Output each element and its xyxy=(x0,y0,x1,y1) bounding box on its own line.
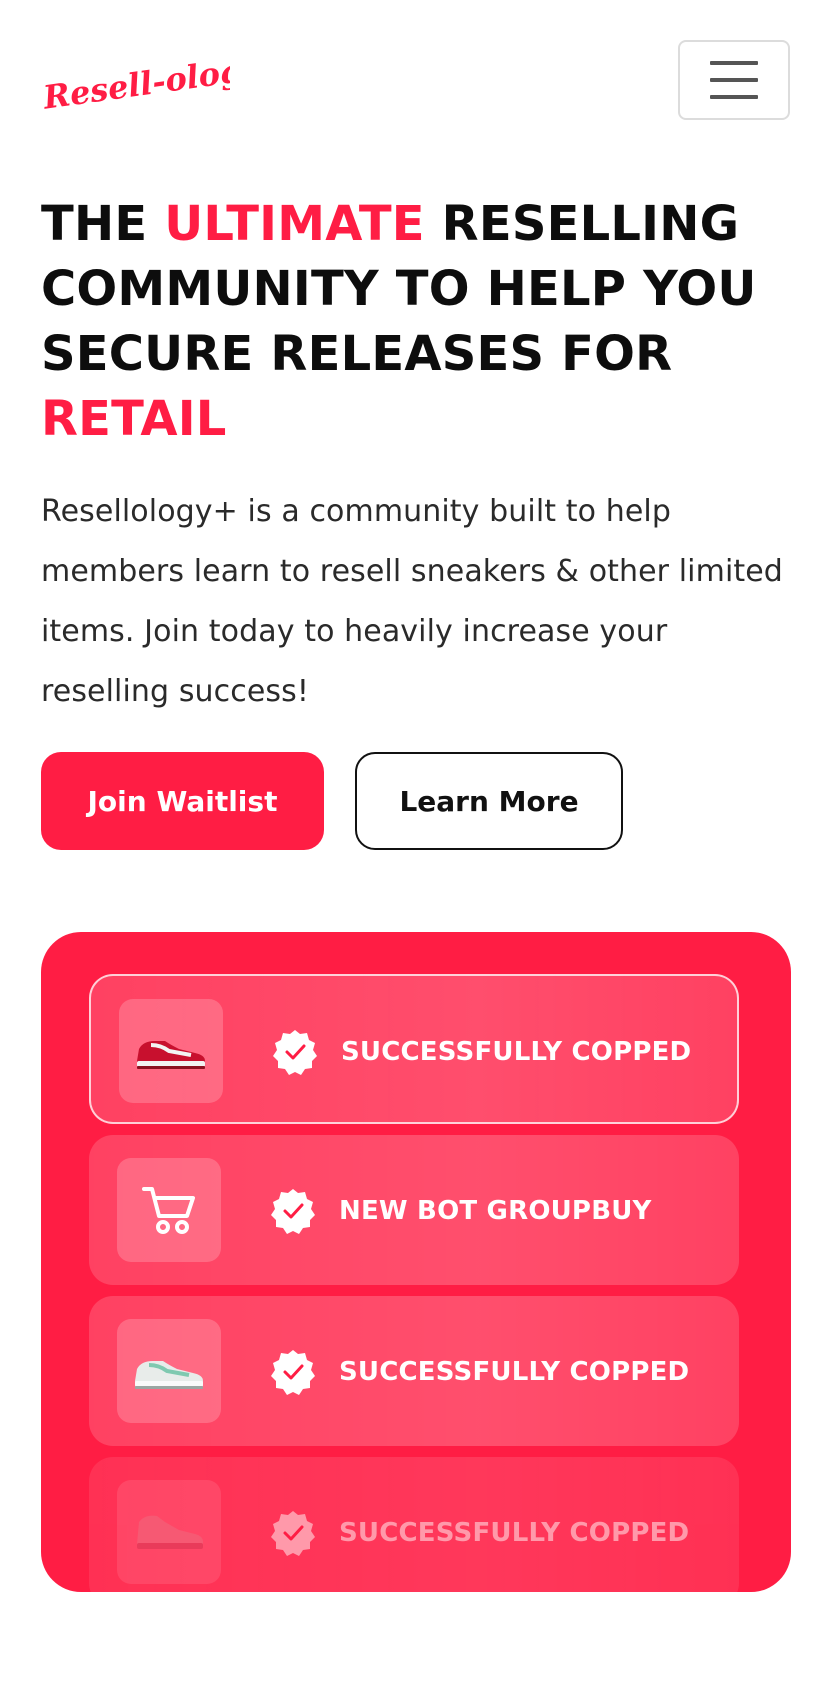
verified-badge-icon xyxy=(271,1350,315,1395)
feed-item: SUCCESSFULLY COPPED xyxy=(89,974,739,1124)
hero-title-accent: RETAIL xyxy=(41,391,227,447)
navbar: Resell-ology xyxy=(0,0,828,150)
feed-item: SUCCESSFULLY COPPED xyxy=(89,1296,739,1446)
feed-item-label: SUCCESSFULLY COPPED xyxy=(341,1037,692,1067)
verified-badge-icon xyxy=(271,1189,315,1234)
activity-feed: SUCCESSFULLY COPPED NEW BOT GROUPBUY SUC… xyxy=(41,932,791,1592)
white-green-sneaker-icon xyxy=(135,1361,203,1389)
hero-title-text: THE xyxy=(41,196,165,252)
svg-text:Resell-ology: Resell-ology xyxy=(40,48,230,116)
hero-description: Resellology+ is a community built to hel… xyxy=(41,494,783,709)
feed-item: NEW BOT GROUPBUY xyxy=(89,1135,739,1285)
feed-item-label: NEW BOT GROUPBUY xyxy=(339,1196,652,1226)
hamburger-line xyxy=(710,95,758,99)
feed-item-thumbnail xyxy=(117,1480,221,1584)
feed-item-thumbnail xyxy=(117,1158,221,1262)
verified-badge-icon xyxy=(273,1030,317,1075)
resell-ology-logo: Resell-ology xyxy=(40,48,265,117)
brand-logo[interactable]: Resell-ology xyxy=(40,44,265,117)
feed-item-thumbnail xyxy=(119,999,223,1103)
hero-title-accent: ULTIMATE xyxy=(164,196,425,252)
feed-item-label: SUCCESSFULLY COPPED xyxy=(339,1357,690,1387)
red-dunk-sneaker-icon xyxy=(137,1041,205,1069)
verified-badge-icon xyxy=(271,1511,315,1556)
hamburger-line xyxy=(710,61,758,65)
learn-more-button[interactable]: Learn More xyxy=(355,752,623,850)
feed-item-label: SUCCESSFULLY COPPED xyxy=(339,1518,690,1548)
join-waitlist-button[interactable]: Join Waitlist xyxy=(41,752,324,850)
shopping-cart-icon xyxy=(142,1187,195,1234)
menu-toggle-button[interactable] xyxy=(678,40,790,120)
hero-title: THE ULTIMATE RESELLING COMMUNITY TO HELP… xyxy=(41,192,801,452)
pink-jordan-sneaker-icon xyxy=(137,1515,203,1549)
feed-item: SUCCESSFULLY COPPED xyxy=(89,1457,739,1592)
hamburger-line xyxy=(710,78,758,82)
feed-item-thumbnail xyxy=(117,1319,221,1423)
